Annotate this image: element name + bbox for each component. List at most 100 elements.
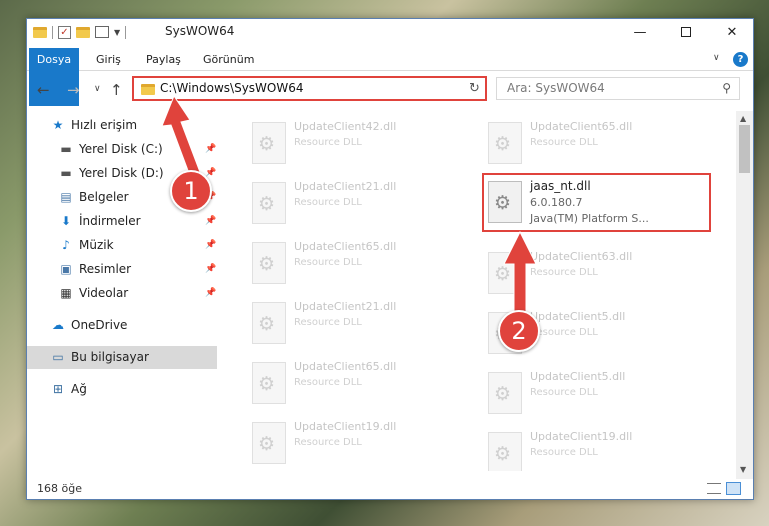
callout-badge-2: 2 xyxy=(498,310,540,352)
sidebar-item-network[interactable]: ⊞ Ağ xyxy=(27,378,217,401)
details-view-icon[interactable] xyxy=(707,483,721,494)
file-name: UpdateClient65.dll xyxy=(294,240,397,253)
tab-view[interactable]: Görünüm xyxy=(193,48,264,71)
up-arrow-icon[interactable]: ↑ xyxy=(110,81,123,99)
close-icon: ✕ xyxy=(726,24,738,40)
dll-file-icon xyxy=(252,302,286,344)
file-name: UpdateClient21.dll xyxy=(294,300,397,313)
file-item[interactable]: UpdateClient5.dll Resource DLL xyxy=(458,306,684,364)
file-list: UpdateClient42.dll Resource DLL UpdateCl… xyxy=(222,111,736,471)
file-name: UpdateClient21.dll xyxy=(294,180,397,193)
file-description: Resource DLL xyxy=(294,317,362,328)
file-item[interactable]: UpdateClient21.dll Resource DLL xyxy=(222,296,448,354)
sidebar-item-label: Bu bilgisayar xyxy=(71,350,149,364)
file-name: UpdateClient19.dll xyxy=(294,420,397,433)
folder-icon xyxy=(141,84,155,95)
file-item[interactable]: UpdateClient5.dll Resource DLL xyxy=(458,366,684,424)
file-item[interactable]: UpdateClient19.dll Resource DLL xyxy=(222,416,448,471)
status-bar: 168 öğe xyxy=(27,479,753,499)
cloud-icon: ☁ xyxy=(52,318,64,332)
maximize-button[interactable] xyxy=(663,19,709,45)
videos-icon: ▦ xyxy=(60,286,72,300)
highlight-box xyxy=(482,173,711,232)
file-description: Resource DLL xyxy=(294,437,362,448)
file-description: Resource DLL xyxy=(530,137,598,148)
vertical-scrollbar[interactable]: ▲ ▼ xyxy=(736,111,753,479)
chevron-down-icon[interactable]: ∨ xyxy=(713,53,720,63)
file-description: Resource DLL xyxy=(294,377,362,388)
file-name: UpdateClient63.dll xyxy=(530,250,633,263)
scroll-up-icon[interactable]: ▲ xyxy=(740,114,746,123)
file-description: Resource DLL xyxy=(530,387,598,398)
folder-icon[interactable] xyxy=(33,26,47,38)
help-icon[interactable]: ? xyxy=(733,52,748,67)
file-item[interactable]: UpdateClient65.dll Resource DLL xyxy=(222,236,448,294)
dll-file-icon xyxy=(252,422,286,464)
file-name: UpdateClient65.dll xyxy=(530,120,633,133)
file-item[interactable]: UpdateClient65.dll Resource DLL xyxy=(222,356,448,414)
back-arrow-icon[interactable]: ← xyxy=(37,81,50,99)
explorer-window: ✓ ▼ SysWOW64 — ✕ Dosya Giriş Paylaş Görü… xyxy=(26,18,754,500)
file-description: Resource DLL xyxy=(530,447,598,458)
scroll-down-icon[interactable]: ▼ xyxy=(740,465,746,474)
file-item[interactable]: UpdateClient42.dll Resource DLL xyxy=(222,116,448,174)
sidebar-item-videos[interactable]: ▦ Videolar 📌 xyxy=(27,282,217,305)
download-icon: ⬇ xyxy=(60,214,72,228)
pictures-icon: ▣ xyxy=(60,262,72,276)
dll-file-icon xyxy=(252,242,286,284)
toolbar-divider xyxy=(52,25,53,39)
music-icon: ♪ xyxy=(62,238,70,252)
file-item[interactable]: UpdateClient65.dll Resource DLL xyxy=(458,116,684,174)
file-name: UpdateClient65.dll xyxy=(294,360,397,373)
sidebar-item-pictures[interactable]: ▣ Resimler 📌 xyxy=(27,258,217,281)
sidebar-item-music[interactable]: ♪ Müzik 📌 xyxy=(27,234,217,257)
forward-arrow-icon[interactable]: → xyxy=(67,81,80,99)
file-name: UpdateClient19.dll xyxy=(530,430,633,443)
dll-file-icon xyxy=(488,432,522,471)
minimize-button[interactable]: — xyxy=(617,19,663,45)
sidebar-item-this-pc[interactable]: ▭ Bu bilgisayar xyxy=(27,346,217,369)
sidebar-item-label: Müzik xyxy=(79,238,114,252)
sidebar-item-label: Videolar xyxy=(79,286,129,300)
tiles-view-icon[interactable] xyxy=(726,482,741,495)
pin-icon[interactable]: 📌 xyxy=(205,282,216,305)
search-input[interactable]: Ara: SysWOW64 ⚲ xyxy=(496,77,740,100)
sidebar-item-label: Resimler xyxy=(79,262,132,276)
dll-file-icon xyxy=(488,122,522,164)
scrollbar-thumb[interactable] xyxy=(739,125,750,173)
chevron-down-icon[interactable]: ▼ xyxy=(114,28,120,37)
tab-share[interactable]: Paylaş xyxy=(136,48,191,71)
close-button[interactable]: ✕ xyxy=(709,19,755,45)
checkbox-icon[interactable]: ✓ xyxy=(58,25,71,39)
ribbon-tabs: Dosya Giriş Paylaş Görünüm ∨ ? xyxy=(27,48,753,106)
search-icon: ⚲ xyxy=(722,81,731,95)
callout-badge-1: 1 xyxy=(170,170,212,212)
toolbar-divider xyxy=(125,25,127,39)
documents-icon: ▤ xyxy=(60,190,72,204)
minimize-icon: — xyxy=(633,24,647,40)
file-description: Resource DLL xyxy=(294,137,362,148)
pin-icon[interactable]: 📌 xyxy=(205,258,216,281)
file-item[interactable]: UpdateClient19.dll Resource DLL xyxy=(458,426,684,471)
file-name: UpdateClient5.dll xyxy=(530,370,626,383)
file-item[interactable]: UpdateClient63.dll Resource DLL xyxy=(458,246,684,304)
computer-icon: ▭ xyxy=(52,350,64,364)
window-title: SysWOW64 xyxy=(165,24,235,38)
star-icon: ★ xyxy=(52,118,64,132)
refresh-button[interactable]: ↻ xyxy=(464,76,487,101)
new-folder-icon[interactable] xyxy=(76,26,90,38)
pin-icon[interactable]: 📌 xyxy=(205,234,216,257)
properties-icon[interactable] xyxy=(95,26,109,38)
sidebar-item-label: OneDrive xyxy=(71,318,128,332)
file-item[interactable]: UpdateClient21.dll Resource DLL xyxy=(222,176,448,234)
pin-icon[interactable]: 📌 xyxy=(205,210,216,233)
tab-home[interactable]: Giriş xyxy=(86,48,131,71)
recent-locations-icon[interactable]: ∨ xyxy=(94,84,101,94)
dll-file-icon xyxy=(488,372,522,414)
sidebar-item-downloads[interactable]: ⬇ İndirmeler 📌 xyxy=(27,210,217,233)
sidebar-item-onedrive[interactable]: ☁ OneDrive xyxy=(27,314,217,337)
refresh-icon: ↻ xyxy=(469,81,480,96)
file-description: Resource DLL xyxy=(294,257,362,268)
search-placeholder: Ara: SysWOW64 xyxy=(507,81,605,95)
title-bar: ✓ ▼ SysWOW64 — ✕ xyxy=(27,19,753,45)
